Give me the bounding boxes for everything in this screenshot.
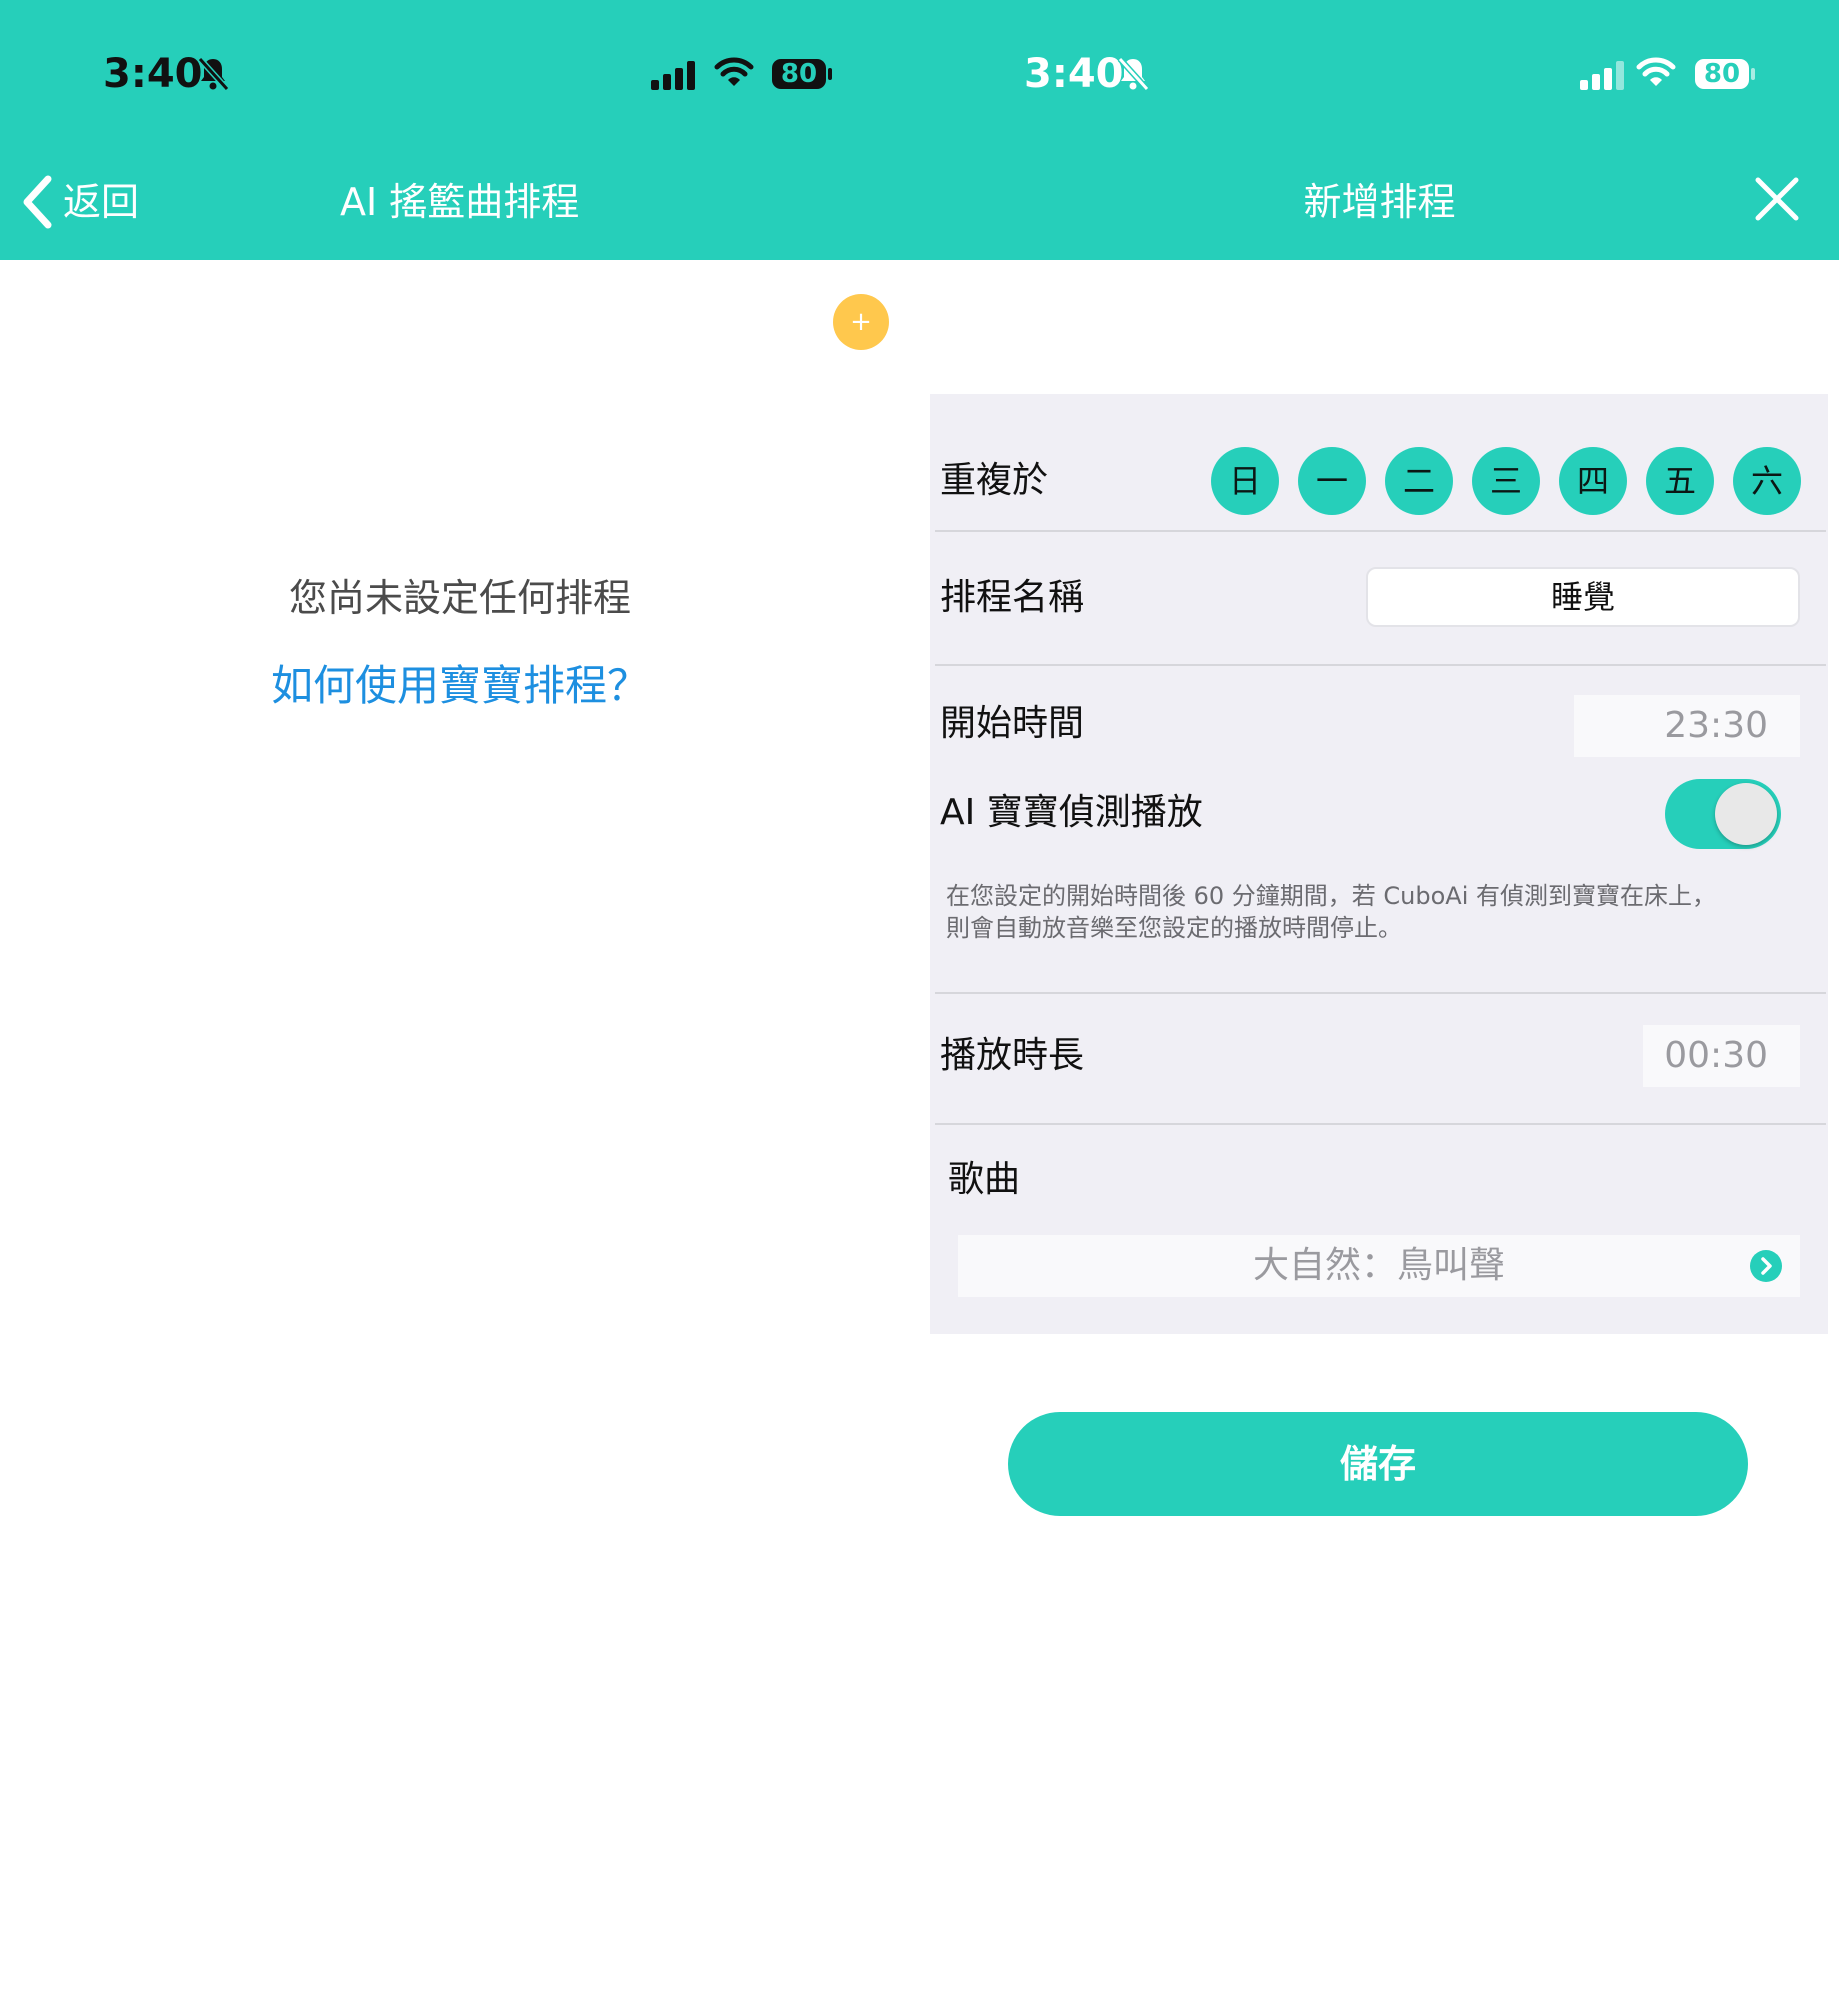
bell-slash-icon: [196, 56, 230, 92]
close-icon[interactable]: [1754, 176, 1800, 222]
header-bar: 3:40 80 新增排程: [920, 0, 1839, 260]
wifi-icon: [1636, 56, 1676, 88]
header-bar: 3:40 80 返回 AI 搖籃曲排程: [0, 0, 920, 260]
help-link[interactable]: 如何使用寶寶排程？: [0, 656, 920, 716]
day-wed-button[interactable]: 三: [1472, 447, 1540, 515]
divider: [935, 530, 1826, 532]
wifi-icon: [714, 56, 754, 88]
duration-field[interactable]: 00:30: [1643, 1025, 1800, 1087]
bell-slash-icon: [1116, 56, 1150, 92]
song-value: 大自然：鳥叫聲: [1252, 1245, 1505, 1286]
back-button[interactable]: 返回: [63, 170, 139, 234]
schedule-name-label: 排程名稱: [940, 577, 1085, 618]
divider: [935, 1123, 1826, 1125]
plus-icon: +: [850, 307, 872, 337]
day-sat-button[interactable]: 六: [1733, 447, 1801, 515]
add-schedule-screen: 3:40 80 新增排程 重複於 日 一 二 三 四 五 六 排程名稱 睡覺 開…: [920, 0, 1839, 1999]
empty-state-message: 您尚未設定任何排程: [288, 576, 631, 620]
repeat-label: 重複於: [940, 460, 1049, 501]
chevron-right-icon: [1750, 1250, 1782, 1282]
day-thu-button[interactable]: 四: [1559, 447, 1627, 515]
battery-icon: 80: [1695, 59, 1749, 89]
status-time: 3:40: [1024, 51, 1124, 97]
start-time-field[interactable]: 23:30: [1574, 695, 1800, 757]
day-sun-button[interactable]: 日: [1211, 447, 1279, 515]
toggle-knob: [1715, 783, 1777, 845]
status-time: 3:40: [103, 51, 203, 97]
ai-detection-toggle[interactable]: [1665, 779, 1781, 849]
ai-description-line1: 在您設定的開始時間後 60 分鐘期間，若 CuboAi 有偵測到寶寶在床上，: [946, 882, 1717, 910]
schedule-list-screen: 3:40 80 返回 AI 搖籃曲排程 + 您尚未設定任何排程 如何使用寶寶排程…: [0, 0, 920, 1999]
start-time-label: 開始時間: [940, 703, 1085, 744]
battery-icon: 80: [772, 59, 826, 89]
schedule-name-input[interactable]: 睡覺: [1366, 567, 1800, 627]
cellular-signal-icon: [651, 60, 697, 90]
song-selector[interactable]: 大自然：鳥叫聲: [958, 1235, 1800, 1297]
divider: [935, 664, 1826, 666]
ai-detection-label: AI 寶寶偵測播放: [940, 792, 1203, 833]
save-button[interactable]: 儲存: [1008, 1412, 1748, 1516]
duration-label: 播放時長: [940, 1035, 1085, 1076]
battery-tip: [1751, 68, 1755, 80]
day-mon-button[interactable]: 一: [1298, 447, 1366, 515]
ai-description-line2: 則會自動放音樂至您設定的播放時間停止。: [946, 914, 1402, 942]
day-tue-button[interactable]: 二: [1385, 447, 1453, 515]
divider: [935, 992, 1826, 994]
schedule-form: 重複於 日 一 二 三 四 五 六 排程名稱 睡覺 開始時間 23:30 AI …: [930, 394, 1828, 1334]
day-fri-button[interactable]: 五: [1646, 447, 1714, 515]
page-title: 新增排程: [1303, 180, 1456, 224]
cellular-signal-icon: [1580, 60, 1626, 90]
add-schedule-button[interactable]: +: [833, 294, 889, 350]
battery-tip: [828, 68, 832, 80]
page-title: AI 搖籃曲排程: [340, 180, 580, 224]
chevron-left-icon[interactable]: [20, 174, 54, 230]
song-label: 歌曲: [948, 1159, 1021, 1200]
